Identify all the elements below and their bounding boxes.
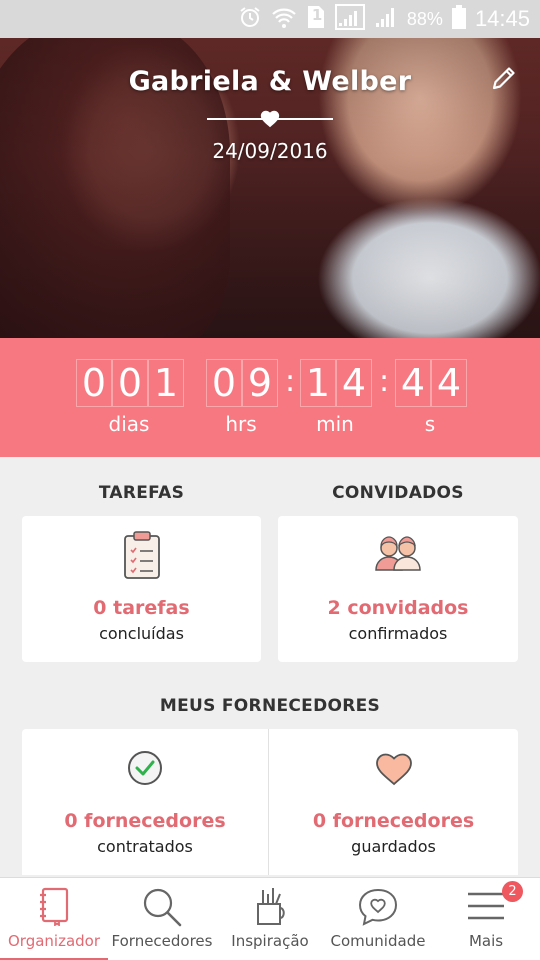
couple-photo-header: Gabriela & Welber 24/09/2016 <box>0 38 540 338</box>
chat-heart-icon <box>357 886 399 933</box>
hours-label: hrs <box>225 412 257 436</box>
notebook-icon <box>37 886 71 931</box>
tasks-count: 0 tarefas <box>93 597 190 619</box>
nav-mais[interactable]: 2 Mais <box>432 878 540 960</box>
minutes-label: min <box>316 412 354 436</box>
signal-icon <box>374 5 398 34</box>
minutes-digit: 1 <box>300 359 336 407</box>
nav-comunidade[interactable]: Comunidade <box>324 878 432 960</box>
minutes-digit: 4 <box>336 359 372 407</box>
menu-icon <box>466 890 506 927</box>
sim-icon: 1 <box>306 5 326 34</box>
countdown-timer: 0 0 1 0 9 : 1 4 : 4 4 dias hrs min s <box>0 338 540 457</box>
time-separator: : <box>378 364 390 399</box>
guests-card[interactable]: 2 convidados confirmados <box>278 516 518 662</box>
heart-icon <box>259 108 281 130</box>
days-digit: 0 <box>76 359 112 407</box>
notification-badge: 2 <box>502 881 523 902</box>
guests-heading: CONVIDADOS <box>332 483 464 503</box>
status-bar: 1 88% 14:45 <box>0 0 540 38</box>
hours-digit: 0 <box>206 359 242 407</box>
nav-inspiracao[interactable]: Inspiração <box>216 878 324 960</box>
clipboard-icon <box>122 530 162 585</box>
sim-label: 1 <box>311 5 323 24</box>
guests-icon <box>373 536 423 577</box>
pencil-icon[interactable] <box>490 64 522 96</box>
check-circle-icon <box>126 749 164 792</box>
vendors-saved-subtitle: guardados <box>351 837 436 856</box>
battery-icon <box>451 4 466 34</box>
time-separator: : <box>284 364 296 399</box>
seconds-label: s <box>424 412 436 436</box>
guests-count: 2 convidados <box>327 597 469 619</box>
signal-icon <box>334 3 365 35</box>
pencil-cup-icon <box>252 886 288 933</box>
vendors-hired-card[interactable]: 0 fornecedores contratados <box>22 729 268 875</box>
days-digit: 0 <box>112 359 148 407</box>
nav-label: Inspiração <box>231 932 309 950</box>
seconds-digit: 4 <box>395 359 431 407</box>
couple-names: Gabriela & Welber <box>128 66 412 97</box>
battery-percent: 88% <box>406 8 443 29</box>
vendors-saved-count: 0 fornecedores <box>312 810 475 832</box>
vendors-heading: MEUS FORNECEDORES <box>159 696 381 716</box>
tasks-heading: TAREFAS <box>98 483 185 503</box>
vendors-hired-subtitle: contratados <box>97 837 193 856</box>
guests-subtitle: confirmados <box>348 624 448 643</box>
vendors-hired-count: 0 fornecedores <box>64 810 226 832</box>
clock: 14:45 <box>474 6 530 31</box>
bottom-navigation: Organizador Fornecedores Inspiração Comu… <box>0 877 540 960</box>
nav-label: Mais <box>468 932 504 950</box>
nav-label: Comunidade <box>330 932 426 950</box>
tasks-card[interactable]: 0 tarefas concluídas <box>22 516 261 662</box>
seconds-digit: 4 <box>431 359 467 407</box>
nav-label: Fornecedores <box>111 932 213 950</box>
nav-fornecedores[interactable]: Fornecedores <box>108 878 216 960</box>
vendors-saved-card[interactable]: 0 fornecedores guardados <box>269 729 518 875</box>
wifi-icon <box>271 5 297 34</box>
tasks-subtitle: concluídas <box>99 624 184 643</box>
nav-label: Organizador <box>7 932 101 950</box>
days-label: dias <box>108 412 150 436</box>
alarm-icon <box>238 5 262 34</box>
search-icon <box>141 886 183 933</box>
wedding-date: 24/09/2016 <box>212 139 328 163</box>
hours-digit: 9 <box>242 359 278 407</box>
days-digit: 1 <box>148 359 184 407</box>
heart-icon <box>374 751 414 792</box>
nav-organizador[interactable]: Organizador <box>0 878 108 960</box>
